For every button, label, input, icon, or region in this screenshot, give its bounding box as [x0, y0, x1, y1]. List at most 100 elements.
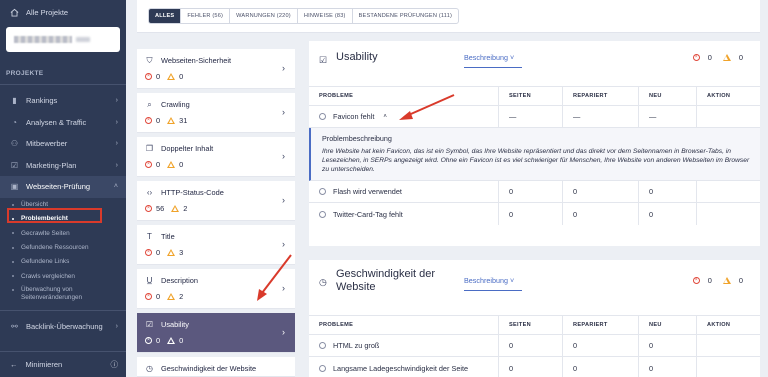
table-row[interactable]: Twitter-Card-Tag fehlt 0 0 0 — [309, 203, 760, 225]
category-geschwindigkeit[interactable]: ◷ Geschwindigkeit der Website — [137, 357, 295, 377]
panel-title: Geschwindigkeit der Website — [336, 268, 436, 293]
sidebar-subitem-problembericht[interactable]: Problembericht — [0, 212, 126, 226]
filter-tab-warnings[interactable]: WARNUNGEN (220) — [229, 9, 297, 23]
chevron-right-icon: › — [282, 239, 285, 249]
chevron-down-icon: ˅ — [509, 276, 515, 285]
row-label: Flash wird verwendet — [333, 187, 402, 196]
sidebar-item-marketing-plan[interactable]: ☑ Marketing-Plan › — [0, 155, 126, 177]
table-row-favicon[interactable]: Favicon fehlt ˄ — — — — [309, 106, 760, 128]
problem-description-text: Ihre Website hat kein Favicon, das ist e… — [322, 148, 750, 173]
column-header-fixed: REPARIERT — [563, 316, 639, 334]
sidebar-item-label: Webseiten-Prüfung — [26, 182, 91, 192]
chevron-up-icon: ˄ — [113, 183, 118, 191]
row-action — [697, 335, 760, 356]
error-count: 0 — [156, 160, 161, 169]
warning-count: 0 — [179, 72, 184, 81]
warning-icon — [167, 117, 176, 124]
sidebar-item-backlink[interactable]: ⚯ Backlink-Überwachung › — [0, 311, 126, 341]
problem-description: Problembeschreibung Ihre Website hat kei… — [309, 128, 760, 181]
chevron-right-icon: › — [282, 283, 285, 293]
help-icon[interactable]: ⓘ — [111, 359, 119, 370]
sidebar-subitem-label: Problembericht — [21, 215, 68, 223]
error-count: 0 — [156, 292, 161, 301]
sidebar-subitem-ueberwachung[interactable]: Überwachung von Seitenveränderungen — [0, 283, 126, 303]
chevron-down-icon: ˅ — [509, 53, 515, 62]
error-icon: × — [145, 205, 152, 212]
warning-count: 0 — [738, 276, 743, 285]
row-new: 0 — [639, 181, 697, 202]
category-http-status-code[interactable]: ‹› HTTP-Status-Code × 56 2 › — [137, 181, 295, 221]
sidebar-subitem-gefundene-ressourcen[interactable]: Gefundene Ressourcen — [0, 240, 126, 254]
project-selector[interactable] — [6, 27, 120, 52]
category-title[interactable]: T Title × 0 3 › — [137, 225, 295, 265]
description-toggle[interactable]: Beschreibung ˅ — [464, 276, 514, 285]
filter-tab-passed[interactable]: BESTANDENE PRÜFUNGEN (111) — [351, 9, 458, 23]
warning-icon — [167, 161, 176, 168]
sidebar-subitem-crawls-vergleichen[interactable]: Crawls vergleichen — [0, 269, 126, 283]
sidebar-item-rankings[interactable]: ▮ Rankings › — [0, 90, 126, 112]
sidebar-subitem-gecrawlte-seiten[interactable]: Gecrawlte Seiten — [0, 226, 126, 240]
chevron-right-icon: › — [282, 195, 285, 205]
check-circle-icon — [319, 188, 326, 195]
minimize-button[interactable]: ← Minimieren ⓘ — [0, 351, 126, 377]
project-domain-redacted — [76, 37, 90, 42]
sidebar-subitem-label: Überwachung von Seitenveränderungen — [21, 286, 83, 302]
category-doppelter-inhalt[interactable]: ❐ Doppelter Inhalt × 0 0 › — [137, 137, 295, 177]
chevron-right-icon: › — [282, 107, 285, 117]
description-label: Beschreibung — [464, 276, 508, 285]
arrow-left-icon: ← — [10, 360, 18, 369]
sidebar-subitem-gefundene-links[interactable]: Gefundene Links — [0, 255, 126, 269]
category-description[interactable]: U̲ Description × 0 2 › — [137, 269, 295, 309]
category-webseiten-sicherheit[interactable]: ⛉ Webseiten-Sicherheit × 0 0 › — [137, 49, 295, 89]
filter-tab-notices[interactable]: HINWEISE (83) — [296, 9, 352, 23]
row-action — [697, 106, 760, 127]
sidebar-subitem-uebersicht[interactable]: Übersicht — [0, 198, 126, 212]
sidebar-item-webseiten-pruefung[interactable]: ▣ Webseiten-Prüfung ˄ — [0, 176, 126, 198]
filter-tab-errors[interactable]: FEHLER (56) — [180, 9, 229, 23]
audit-icon: ▣ — [10, 182, 19, 192]
table-row[interactable]: Flash wird verwendet 0 0 0 — [309, 181, 760, 203]
row-action — [697, 203, 760, 225]
row-fixed: 0 — [563, 181, 639, 202]
checkbox-icon: ☑ — [319, 55, 328, 65]
chevron-right-icon: › — [115, 161, 118, 169]
filter-tab-all[interactable]: ALLES — [149, 9, 181, 23]
error-icon: × — [145, 337, 152, 344]
table-row[interactable]: HTML zu groß 0 0 0 — [309, 335, 760, 357]
error-icon: × — [692, 277, 700, 284]
sidebar-item-label: Rankings — [26, 96, 58, 106]
chevron-right-icon: › — [282, 151, 285, 161]
chevron-up-icon[interactable]: ˄ — [383, 114, 387, 120]
bullet — [12, 203, 14, 206]
warning-icon — [171, 205, 180, 212]
link-icon: ⚯ — [11, 321, 18, 331]
warning-icon — [722, 54, 731, 61]
usability-panel-header: ☑ Usability Beschreibung ˅ × 0 0 — [309, 41, 760, 79]
filter-tabs: ALLES FEHLER (56) WARNUNGEN (220) HINWEI… — [148, 8, 460, 24]
filter-bar: ALLES FEHLER (56) WARNUNGEN (220) HINWEI… — [137, 0, 760, 33]
warning-count: 2 — [179, 292, 184, 301]
check-circle-icon — [319, 364, 326, 372]
row-pages: 0 — [499, 357, 563, 377]
sidebar-item-mitbewerber[interactable]: ⚇ Mitbewerber › — [0, 133, 126, 155]
sidebar-item-analysen[interactable]: ◔ Analysen & Traffic › — [0, 112, 126, 134]
chevron-right-icon: › — [115, 140, 118, 148]
error-icon: × — [145, 73, 152, 80]
description-toggle[interactable]: Beschreibung ˅ — [464, 53, 514, 62]
sidebar-subitem-label: Gecrawlte Seiten — [21, 229, 70, 237]
problem-description-heading: Problembeschreibung — [322, 134, 392, 143]
category-usability[interactable]: ☑ Usability × 0 0 › — [137, 313, 295, 353]
warning-count: 0 — [738, 53, 743, 62]
row-pages: — — [499, 106, 563, 127]
warning-count: 31 — [179, 116, 188, 125]
sidebar-subitem-label: Gefundene Links — [21, 258, 70, 266]
category-crawling[interactable]: ⌕ Crawling × 0 31 › — [137, 93, 295, 133]
row-fixed: 0 — [563, 203, 639, 225]
column-header-pages: SEITEN — [499, 87, 563, 105]
project-name-redacted — [14, 36, 72, 43]
table-row[interactable]: Langsame Ladegeschwindigkeit der Seite 0… — [309, 357, 760, 377]
row-fixed: 0 — [563, 357, 639, 377]
all-projects-link[interactable]: Alle Projekte — [0, 0, 126, 25]
